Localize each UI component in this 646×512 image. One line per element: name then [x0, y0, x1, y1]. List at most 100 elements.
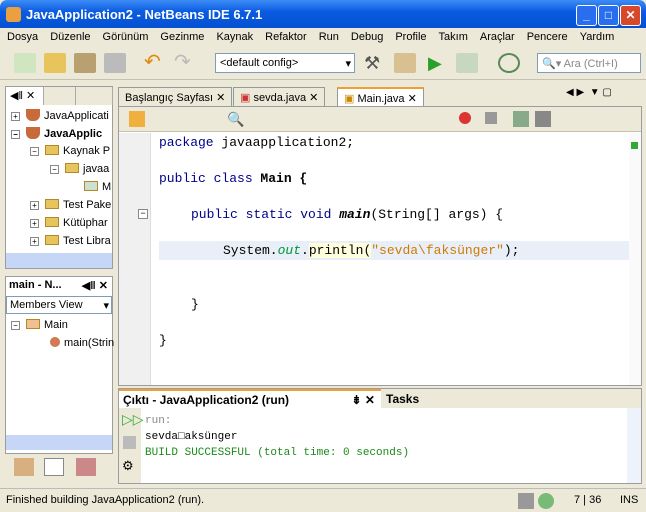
code-line: public static void main(String[] args) { [191, 207, 504, 222]
view-select[interactable]: Members View ▾ [6, 296, 112, 314]
close-icon: ✕ [309, 92, 319, 104]
tree-item-project-1[interactable]: + JavaApplicati [11, 109, 109, 122]
chevron-down-icon: ▾ [345, 58, 351, 70]
new-project-icon[interactable] [44, 53, 66, 73]
menu-run[interactable]: Run [312, 28, 344, 43]
close-icon: ⇟ ✕ [351, 393, 375, 407]
profile-icon[interactable] [498, 53, 520, 73]
code-line: public class Main { [159, 171, 308, 186]
search-input[interactable]: 🔍▾ Ara (Ctrl+I) [537, 53, 641, 73]
find-icon[interactable]: 🔍 [227, 111, 244, 127]
editor-toolbar: 🔍 [119, 107, 641, 132]
menu-profile[interactable]: Profile [388, 28, 431, 43]
code-line: } [159, 333, 167, 348]
menu-pencere[interactable]: Pencere [520, 28, 573, 43]
nav-item-class[interactable]: − Main [11, 319, 68, 331]
projects-panel: ◀‖ ✕ + JavaApplicati − JavaApplic − Kaynak … [5, 86, 113, 269]
tree-item-libraries[interactable]: + Kütüphar [30, 217, 108, 229]
title-bar: JavaApplication2 - NetBeans IDE 6.7.1 _ … [0, 0, 646, 30]
vertical-scrollbar[interactable] [627, 408, 641, 483]
save-all-icon[interactable] [104, 53, 126, 73]
minimize-button[interactable]: _ [576, 5, 597, 26]
navigator-title: main - N... [9, 279, 62, 291]
menu-takim[interactable]: Takım [432, 28, 473, 43]
tree-item-project-2[interactable]: − JavaApplic [11, 127, 102, 140]
update-icon[interactable] [538, 493, 554, 509]
tasks-tab[interactable]: Tasks [381, 389, 641, 408]
tree-item-main-java[interactable]: M [84, 181, 111, 193]
close-button[interactable]: ✕ [620, 5, 641, 26]
sidebar-icon-2[interactable] [44, 458, 64, 476]
open-project-icon[interactable] [74, 53, 96, 73]
tree-item-test-packages[interactable]: + Test Pake [30, 199, 111, 211]
tab-main-java[interactable]: ▣ Main.java ✕ [337, 87, 424, 106]
output-tab[interactable]: Çıktı - JavaApplication2 (run) ⇟ ✕ [119, 389, 381, 408]
java-file-icon: ▣ [240, 92, 251, 104]
sidebar-icon-3[interactable] [76, 458, 96, 476]
menu-yardim[interactable]: Yardım [573, 28, 620, 43]
java-file-icon: ▣ [344, 93, 355, 105]
uncomment-icon[interactable] [535, 111, 551, 127]
cursor-position: 7 | 36 [574, 494, 602, 506]
folder-icon [45, 145, 59, 155]
insert-mode: INS [620, 494, 639, 506]
menu-duzenle[interactable]: Düzenle [43, 28, 95, 43]
nav-item-method[interactable]: main(Strin [50, 337, 114, 349]
close-icon: ✕ [216, 92, 226, 104]
fold-icon[interactable]: − [138, 209, 148, 219]
close-icon[interactable]: ◀‖ ✕ [82, 279, 108, 292]
menu-gorunum[interactable]: Görünüm [96, 28, 154, 43]
menu-dosya[interactable]: Dosya [0, 28, 43, 43]
tab-nav-buttons[interactable]: ◀ ▶ ▼ ▢ [566, 87, 612, 98]
config-select[interactable]: <default config> ▾ [215, 53, 355, 73]
status-message: Finished building JavaApplication2 (run)… [6, 494, 205, 506]
tree-item-test-libraries[interactable]: + Test Libra [30, 235, 111, 247]
output-panel: Çıktı - JavaApplication2 (run) ⇟ ✕ Tasks … [118, 388, 642, 484]
redo-icon[interactable]: ↷ [174, 52, 196, 73]
library-icon [45, 217, 59, 227]
new-file-icon[interactable] [14, 53, 36, 73]
status-bar: Finished building JavaApplication2 (run)… [0, 488, 646, 512]
projects-tab[interactable]: ◀‖ ✕ [6, 87, 44, 105]
horizontal-scrollbar[interactable] [6, 435, 112, 450]
menu-refaktor[interactable]: Refaktor [258, 28, 312, 43]
navigator-panel: main - N... ◀‖ ✕ Members View ▾ − Main main… [5, 276, 114, 454]
code-line: } [191, 297, 199, 312]
tab-sevda-java[interactable]: ▣ sevda.java ✕ [233, 87, 326, 106]
menu-gezinme[interactable]: Gezinme [153, 28, 209, 43]
files-tab[interactable] [44, 87, 76, 105]
tree-item-package[interactable]: − javaa [50, 163, 109, 175]
tab-start-page[interactable]: Başlangıç Sayfası ✕ [118, 87, 233, 106]
breakpoint-icon[interactable] [459, 112, 471, 124]
collapse-icon[interactable] [518, 493, 534, 509]
java-file-icon [84, 181, 98, 191]
tree-item-source-packages[interactable]: − Kaynak P [30, 145, 110, 157]
rerun-icon[interactable]: ▷▷ [122, 411, 144, 427]
undo-icon[interactable]: ↶ [144, 52, 166, 73]
menu-debug[interactable]: Debug [344, 28, 388, 43]
stop-icon[interactable] [123, 436, 136, 449]
maximize-button[interactable]: □ [598, 5, 619, 26]
sidebar-icon-1[interactable] [14, 458, 34, 476]
settings-icon[interactable]: ⚙ [122, 458, 138, 474]
editor-panel: 🔍 − package javaapplication2; public cla… [118, 106, 642, 386]
project-icon [26, 109, 40, 121]
window-title: JavaApplication2 - NetBeans IDE 6.7.1 [26, 7, 263, 22]
comment-icon[interactable] [513, 111, 529, 127]
menu-araclar[interactable]: Araçlar [473, 28, 520, 43]
debug-icon[interactable] [456, 53, 478, 73]
class-icon [26, 319, 40, 329]
build-icon[interactable]: ⚒ [364, 53, 386, 73]
last-edit-icon[interactable] [129, 111, 145, 127]
services-tab[interactable] [76, 87, 113, 105]
stop-macro-icon[interactable] [485, 112, 497, 124]
search-icon: 🔍▾ [542, 58, 562, 70]
editor-gutter [119, 133, 151, 385]
project-icon [26, 127, 40, 139]
output-sidebar: ▷▷ ⚙ [119, 408, 144, 483]
horizontal-scrollbar[interactable] [6, 253, 112, 268]
run-icon[interactable]: ▶ [428, 53, 450, 73]
clean-build-icon[interactable] [394, 53, 416, 73]
close-icon: ✕ [407, 93, 417, 105]
menu-kaynak[interactable]: Kaynak [209, 28, 258, 43]
